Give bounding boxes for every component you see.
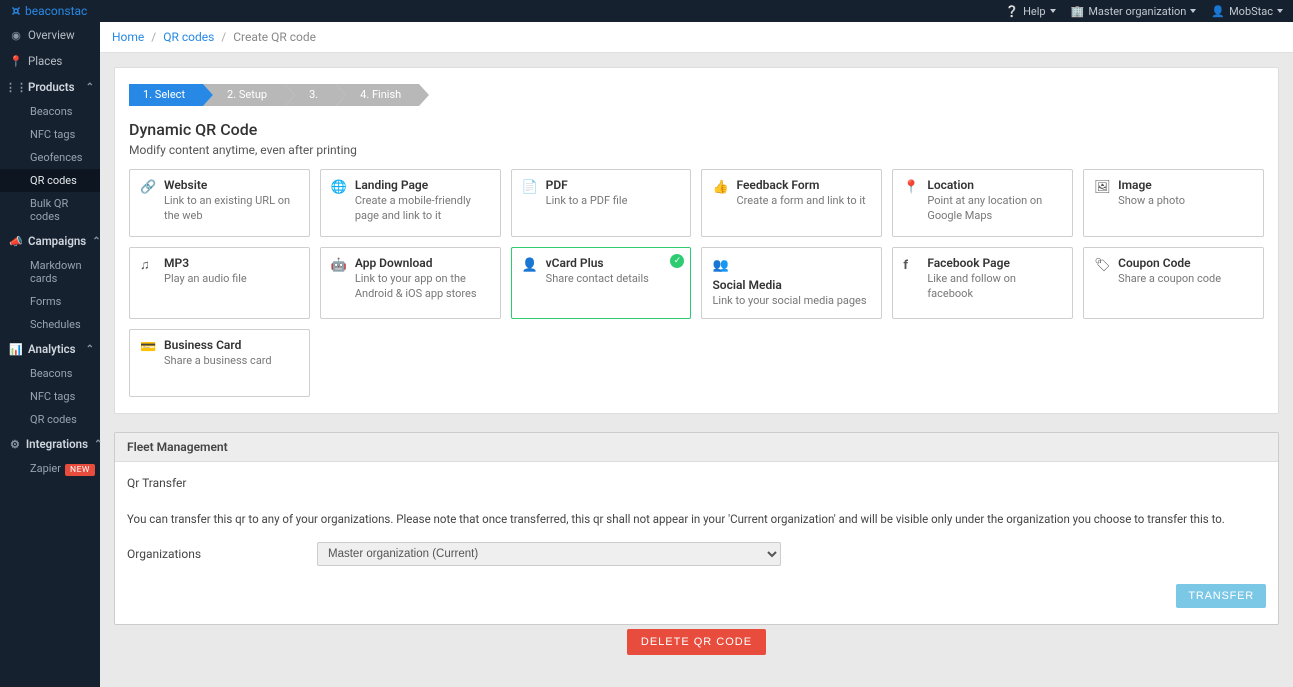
- section-desc: Modify content anytime, even after print…: [125, 139, 1268, 169]
- sidebar-beacons[interactable]: Beacons: [0, 100, 100, 123]
- card-vcard[interactable]: ✓ 👤vCard PlusShare contact details: [511, 247, 692, 319]
- sidebar-markdown[interactable]: Markdown cards: [0, 254, 100, 290]
- transfer-button[interactable]: TRANSFER: [1176, 584, 1266, 608]
- card-coupon[interactable]: 🏷Coupon CodeShare a coupon code: [1083, 247, 1264, 319]
- people-icon: 👥: [712, 256, 728, 276]
- card-image[interactable]: 🖼ImageShow a photo: [1083, 169, 1264, 237]
- android-icon: 🤖: [331, 256, 347, 276]
- org-select[interactable]: Master organization (Current): [317, 542, 781, 566]
- user-icon: 👤: [1211, 5, 1225, 18]
- qr-type-panel: 1. Select 2. Setup 3. 4. Finish Dynamic …: [114, 67, 1279, 414]
- link-icon: 🔗: [140, 178, 156, 198]
- thumbs-up-icon: 👍: [712, 178, 728, 198]
- card-facebook[interactable]: fFacebook PageLike and follow on faceboo…: [892, 247, 1073, 319]
- stepper: 1. Select 2. Setup 3. 4. Finish: [125, 84, 1268, 106]
- sidebar-nfc[interactable]: NFC tags: [0, 123, 100, 146]
- breadcrumb: Home / QR codes / Create QR code: [100, 22, 1293, 53]
- chevron-down-icon: [1277, 9, 1283, 13]
- fleet-header: Fleet Management: [115, 433, 1278, 462]
- step-select[interactable]: 1. Select: [129, 84, 203, 106]
- card-landing[interactable]: 🌐Landing PageCreate a mobile-friendly pa…: [320, 169, 501, 237]
- sidebar-integrations[interactable]: ⚙Integrations⌃: [0, 431, 100, 457]
- sidebar-overview[interactable]: ◉Overview: [0, 22, 100, 48]
- sidebar-analytics[interactable]: 📊Analytics⌃: [0, 336, 100, 362]
- chevron-up-icon: ⌃: [94, 439, 102, 450]
- pin-icon: 📍: [10, 55, 22, 68]
- card-bizcard[interactable]: 💳Business CardShare a business card: [129, 329, 310, 397]
- card-mp3[interactable]: ♫MP3Play an audio file: [129, 247, 310, 319]
- globe-icon: 🌐: [331, 178, 347, 198]
- chevron-down-icon: [1050, 9, 1056, 13]
- step-setup[interactable]: 2. Setup: [203, 84, 285, 106]
- breadcrumb-qr[interactable]: QR codes: [163, 30, 214, 44]
- sidebar-products[interactable]: ⋮⋮Products⌃: [0, 74, 100, 100]
- card-pdf[interactable]: 📄PDFLink to a PDF file: [511, 169, 692, 237]
- gear-icon: ⚙: [10, 438, 20, 451]
- check-icon: ✓: [670, 254, 684, 268]
- chevron-down-icon: [1190, 9, 1196, 13]
- card-location[interactable]: 📍LocationPoint at any location on Google…: [892, 169, 1073, 237]
- sidebar-zapier[interactable]: ZapierNEW: [0, 457, 100, 480]
- sidebar-schedules[interactable]: Schedules: [0, 313, 100, 336]
- chart-icon: 📊: [10, 343, 22, 356]
- card-app[interactable]: 🤖App DownloadLink to your app on the And…: [320, 247, 501, 319]
- brand-logo[interactable]: beaconstac: [10, 4, 87, 18]
- sidebar-places[interactable]: 📍Places: [0, 48, 100, 74]
- sidebar-analytics-beacons[interactable]: Beacons: [0, 362, 100, 385]
- person-icon: 👤: [522, 256, 538, 276]
- step-finish[interactable]: 4. Finish: [336, 84, 419, 106]
- dashboard-icon: ◉: [10, 29, 22, 42]
- image-icon: 🖼: [1094, 178, 1110, 198]
- chevron-up-icon: ⌃: [86, 344, 94, 355]
- sidebar-qr-codes[interactable]: QR codes: [0, 169, 100, 192]
- card-social[interactable]: 👥 Social MediaLink to your social media …: [701, 247, 882, 319]
- topbar: beaconstac ❔Help 🏢Master organization 👤M…: [0, 0, 1293, 22]
- fleet-note: You can transfer this qr to any of your …: [127, 512, 1266, 526]
- chevron-up-icon: ⌃: [92, 236, 100, 247]
- breadcrumb-home[interactable]: Home: [112, 30, 144, 44]
- new-badge: NEW: [65, 464, 95, 476]
- pin-icon: 📍: [903, 178, 919, 198]
- megaphone-icon: 📣: [10, 235, 22, 248]
- delete-button[interactable]: DELETE QR CODE: [627, 629, 766, 655]
- sidebar-analytics-qr[interactable]: QR codes: [0, 408, 100, 431]
- breadcrumb-current: Create QR code: [233, 30, 316, 44]
- file-icon: 📄: [522, 178, 538, 198]
- fleet-subtitle: Qr Transfer: [127, 476, 1266, 490]
- org-label: Organizations: [127, 547, 317, 561]
- sidebar-analytics-nfc[interactable]: NFC tags: [0, 385, 100, 408]
- sidebar-bulk-qr[interactable]: Bulk QR codes: [0, 192, 100, 228]
- section-title: Dynamic QR Code: [125, 120, 1268, 139]
- building-icon: 🏢: [1071, 5, 1085, 18]
- sidebar-campaigns[interactable]: 📣Campaigns⌃: [0, 228, 100, 254]
- sidebar: ◉Overview 📍Places ⋮⋮Products⌃ Beacons NF…: [0, 22, 100, 687]
- chevron-up-icon: ⌃: [86, 82, 94, 93]
- help-menu[interactable]: ❔Help: [1005, 5, 1055, 18]
- fleet-panel: Fleet Management Qr Transfer You can tra…: [114, 432, 1279, 625]
- card-website[interactable]: 🔗WebsiteLink to an existing URL on the w…: [129, 169, 310, 237]
- help-icon: ❔: [1005, 5, 1019, 18]
- user-menu[interactable]: 👤MobStac: [1211, 5, 1283, 18]
- sidebar-forms[interactable]: Forms: [0, 290, 100, 313]
- card-icon: 💳: [140, 338, 156, 358]
- logo-icon: [10, 5, 22, 17]
- card-feedback[interactable]: 👍Feedback FormCreate a form and link to …: [701, 169, 882, 237]
- tag-icon: 🏷: [1094, 256, 1110, 276]
- products-icon: ⋮⋮: [10, 81, 22, 94]
- facebook-icon: f: [903, 256, 919, 276]
- sidebar-geofences[interactable]: Geofences: [0, 146, 100, 169]
- main-content: Home / QR codes / Create QR code 1. Sele…: [100, 22, 1293, 687]
- music-icon: ♫: [140, 256, 156, 276]
- org-menu[interactable]: 🏢Master organization: [1071, 5, 1197, 18]
